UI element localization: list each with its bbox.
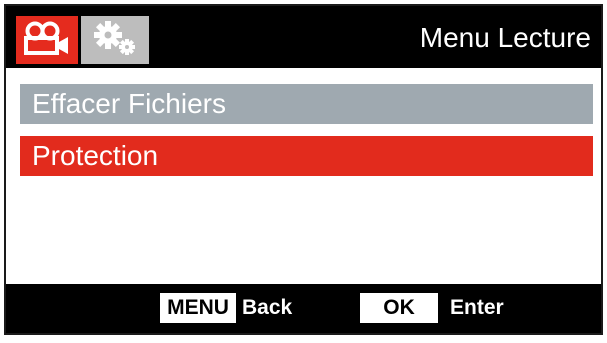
menu-list: Effacer Fichiers Protection [20,84,593,188]
tab-settings[interactable] [81,16,149,64]
menu-key-button[interactable]: MENU [160,293,236,323]
enter-hint-label: Enter [450,296,504,319]
menu-item-label: Protection [32,140,159,171]
menu-item-label: Effacer Fichiers [32,88,226,119]
header-divider [6,68,601,74]
device-screen: Menu Lecture Effacer Fichiers Protection… [4,4,603,335]
footer-bar: MENU Back OK Enter [6,284,601,333]
menu-item-protection[interactable]: Protection [20,136,593,176]
header-bar: Menu Lecture [6,6,601,68]
menu-item-effacer-fichiers[interactable]: Effacer Fichiers [20,84,593,124]
back-hint-label: Back [242,296,293,319]
page-title: Menu Lecture [419,22,591,53]
ok-key-button[interactable]: OK [360,293,438,323]
settings-gears-icon [90,18,140,63]
tab-video[interactable] [16,16,78,64]
video-camera-icon [23,21,71,60]
